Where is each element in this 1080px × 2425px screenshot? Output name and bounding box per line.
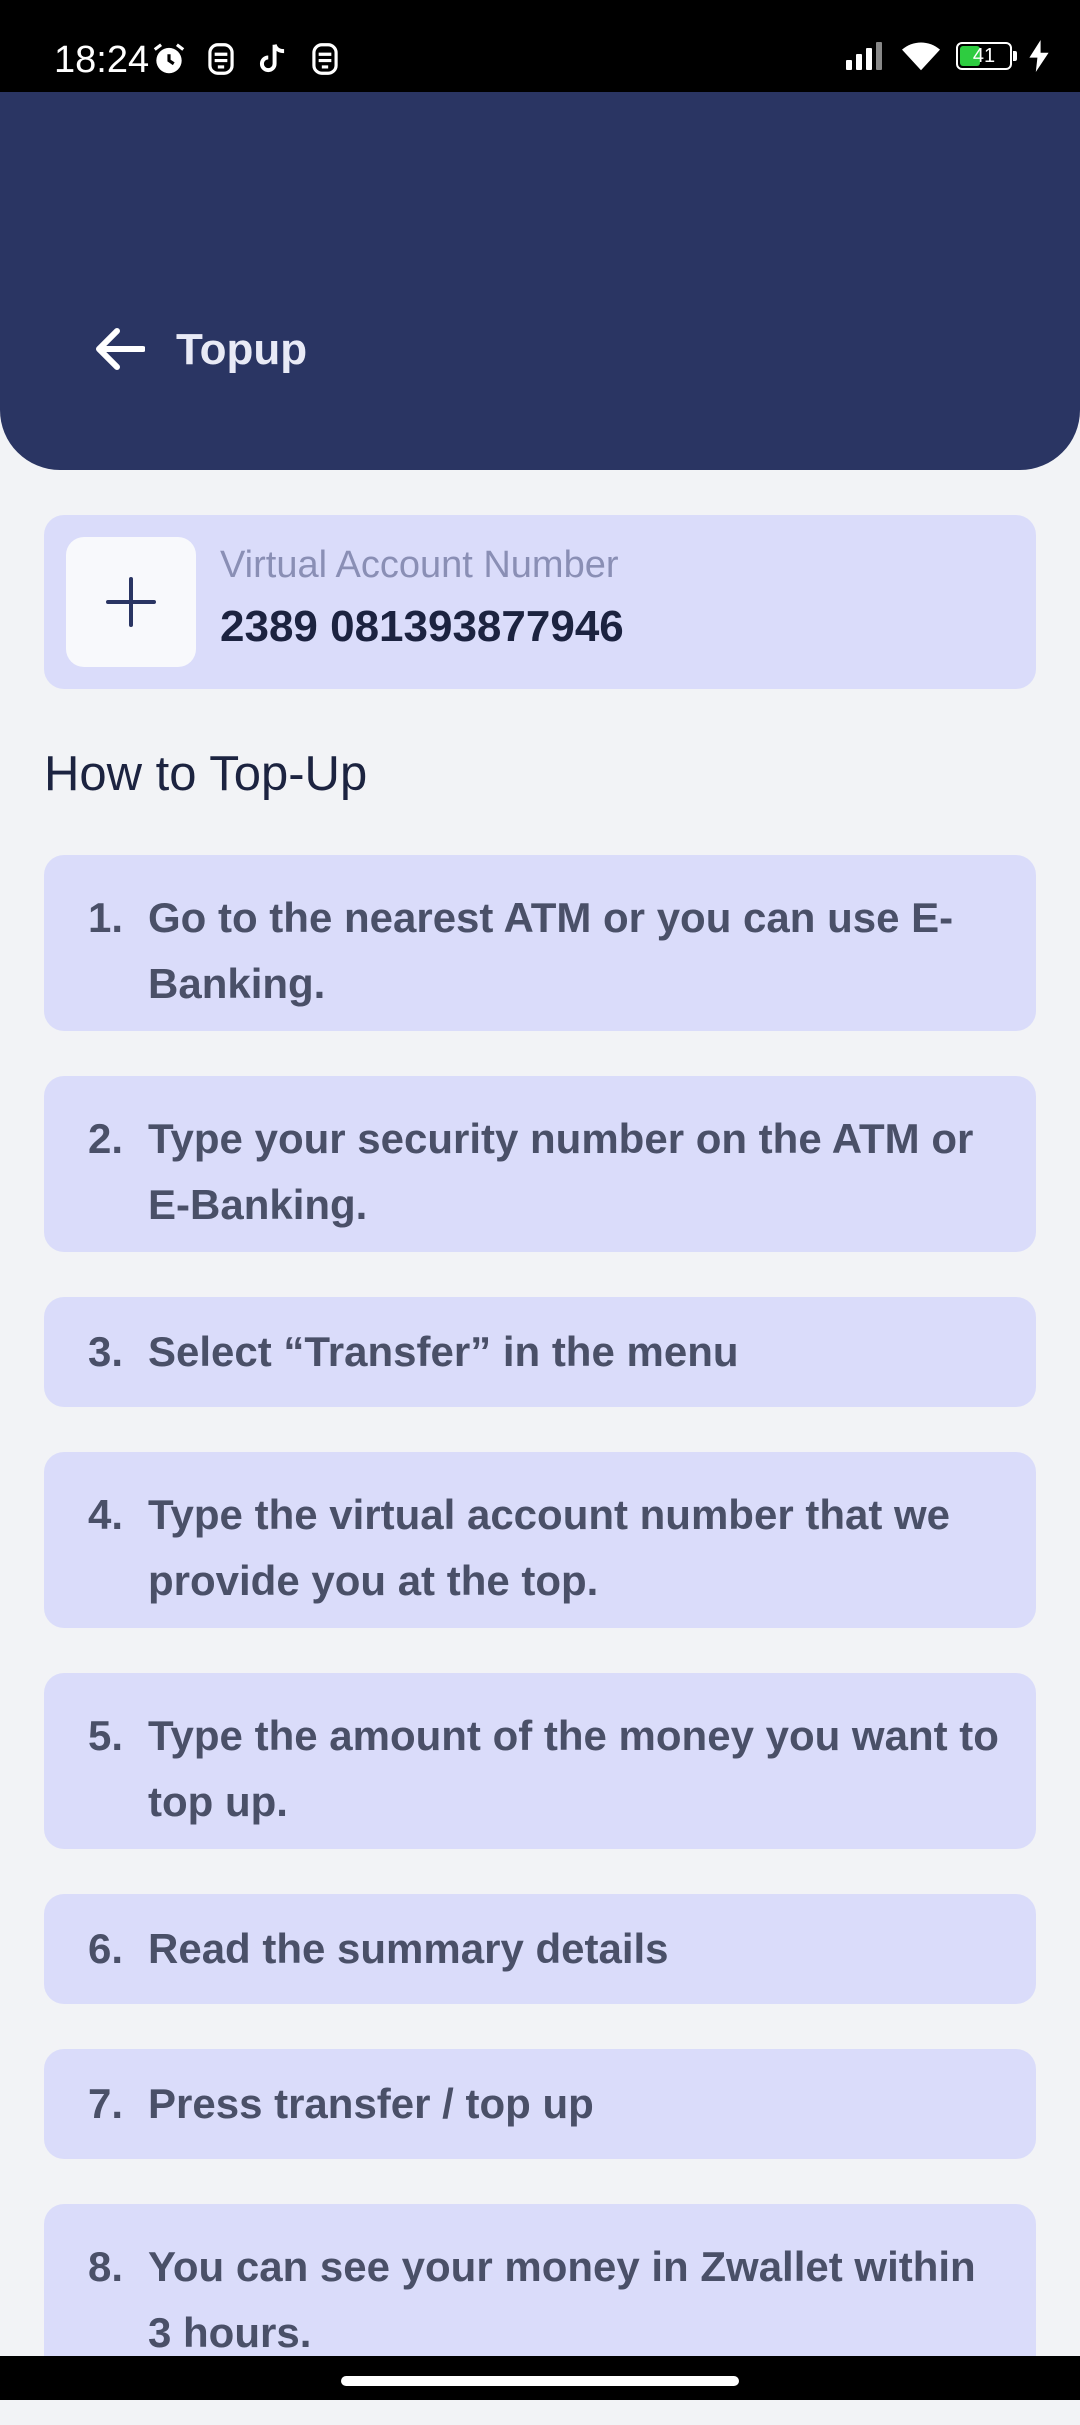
header bbox=[0, 92, 1080, 470]
step-number: 2. bbox=[88, 1115, 124, 1162]
step-number: 3. bbox=[88, 1328, 124, 1375]
step-number: 5. bbox=[88, 1712, 124, 1759]
plus-icon bbox=[106, 577, 156, 627]
virtual-account-number: 2389 081393877946 bbox=[220, 602, 624, 651]
status-system-icons: 41 bbox=[846, 40, 1050, 72]
virtual-account-card: Virtual Account Number 2389 081393877946 bbox=[44, 515, 1036, 689]
step-number: 7. bbox=[88, 2080, 124, 2127]
page-title: Topup bbox=[176, 325, 308, 374]
step-item: 6. Read the summary details bbox=[44, 1894, 1036, 2004]
status-notification-icons bbox=[150, 40, 344, 78]
step-number: 4. bbox=[88, 1491, 124, 1538]
step-text: Type the amount of the money you want to… bbox=[148, 1712, 999, 1825]
app-notification-icon bbox=[312, 43, 338, 75]
step-number: 8. bbox=[88, 2243, 124, 2290]
step-text: Press transfer / top up bbox=[148, 2080, 594, 2127]
alarm-icon bbox=[153, 43, 185, 74]
section-title: How to Top-Up bbox=[44, 747, 368, 801]
step-text: Read the summary details bbox=[148, 1925, 669, 1972]
step-text: Type your security number on the ATM or … bbox=[148, 1115, 974, 1228]
step-item: 4. Type the virtual account number that … bbox=[44, 1452, 1036, 1628]
step-item: 2. Type your security number on the ATM … bbox=[44, 1076, 1036, 1252]
step-item: 3. Select “Transfer” in the menu bbox=[44, 1297, 1036, 1407]
battery-cap bbox=[1013, 51, 1017, 61]
step-number: 6. bbox=[88, 1925, 124, 1972]
steps-list: 1. Go to the nearest ATM or you can use … bbox=[44, 855, 1036, 2425]
step-text: Go to the nearest ATM or you can use E-B… bbox=[148, 894, 954, 1007]
status-bar: 18:24 41 bbox=[0, 0, 1080, 92]
back-button[interactable] bbox=[86, 316, 152, 382]
arrow-left-icon bbox=[96, 328, 145, 370]
status-time: 18:24 bbox=[54, 39, 150, 81]
step-item: 7. Press transfer / top up bbox=[44, 2049, 1036, 2159]
app-notification-icon bbox=[208, 43, 234, 75]
step-item: 5. Type the amount of the money you want… bbox=[44, 1673, 1036, 1849]
step-item: 1. Go to the nearest ATM or you can use … bbox=[44, 855, 1036, 1031]
battery-level: 41 bbox=[972, 44, 996, 67]
step-text: Type the virtual account number that we … bbox=[148, 1491, 951, 1604]
virtual-account-label: Virtual Account Number bbox=[220, 544, 619, 586]
step-number: 1. bbox=[88, 894, 124, 941]
add-button[interactable] bbox=[66, 537, 196, 667]
signal-icon bbox=[846, 42, 882, 70]
battery-icon: 41 bbox=[956, 42, 1017, 70]
step-text: You can see your money in Zwallet within… bbox=[148, 2243, 976, 2356]
charging-icon bbox=[1029, 40, 1049, 72]
step-item: 8. You can see your money in Zwallet wit… bbox=[44, 2204, 1036, 2380]
wifi-icon bbox=[902, 42, 940, 71]
system-nav-bar bbox=[0, 2356, 1080, 2400]
step-text: Select “Transfer” in the menu bbox=[148, 1328, 739, 1375]
tiktok-icon bbox=[259, 44, 285, 73]
home-indicator[interactable] bbox=[341, 2376, 739, 2386]
